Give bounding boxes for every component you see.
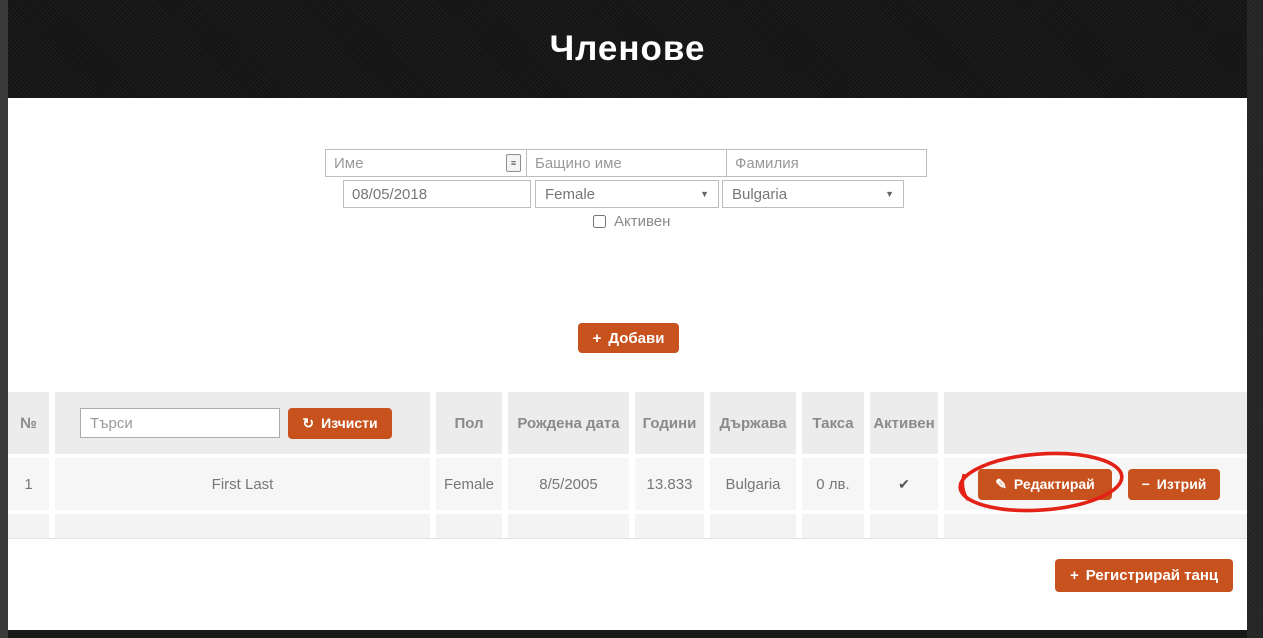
page-title: Членове [550, 29, 706, 69]
gender-select-value: Female [545, 186, 595, 203]
column-header-name: ↻ Изчисти [55, 392, 430, 454]
row-fee-cell: 0 лв. [802, 458, 864, 510]
empty-row-cell [436, 514, 502, 538]
middle-name-input[interactable] [526, 149, 727, 177]
column-header-number: № [8, 392, 49, 454]
empty-row-cell [710, 514, 796, 538]
plus-icon: + [1070, 567, 1079, 584]
active-checkbox-label: Активен [614, 213, 670, 230]
birth-date-input[interactable] [343, 180, 531, 208]
row-country-cell: Bulgaria [710, 458, 796, 510]
members-table: № ↻ Изчисти Пол Рождена дата Години Държа… [8, 392, 1247, 539]
refresh-icon: ↻ [302, 415, 314, 432]
column-header-country: Държава [710, 392, 796, 454]
gender-select[interactable]: Female ▼ [535, 180, 719, 208]
column-header-gender: Пол [436, 392, 502, 454]
clear-search-label: Изчисти [321, 415, 377, 431]
empty-row-cell [870, 514, 938, 538]
country-select[interactable]: Bulgaria ▼ [722, 180, 904, 208]
pencil-icon: ✎ [995, 476, 1007, 493]
left-frame [0, 0, 8, 638]
chevron-down-icon: ▼ [885, 189, 894, 199]
bottom-frame [8, 630, 1247, 638]
column-header-fee: Такса [802, 392, 864, 454]
edit-button-label: Редактирай [1014, 476, 1095, 492]
row-age-cell: 13.833 [635, 458, 704, 510]
active-checkbox[interactable] [593, 215, 606, 228]
delete-button[interactable]: −Изтрий [1128, 469, 1220, 500]
add-button-label: Добави [608, 330, 664, 347]
family-name-input[interactable] [726, 149, 927, 177]
search-input[interactable] [80, 408, 280, 438]
row-active-cell: ✔ [870, 458, 938, 510]
plus-icon: + [593, 330, 602, 347]
first-name-input[interactable] [325, 149, 527, 177]
empty-row-cell [8, 514, 49, 538]
row-gender-cell: Female [436, 458, 502, 510]
row-number-cell: 1 [8, 458, 49, 510]
members-page: Членове ≡ Female ▼ Bulgaria ▼ Активен + Д… [0, 0, 1263, 638]
check-icon: ✔ [898, 476, 910, 493]
delete-button-label: Изтрий [1157, 476, 1207, 492]
autofill-icon[interactable]: ≡ [506, 154, 521, 172]
edit-button[interactable]: ✎ Редактирай [978, 469, 1112, 500]
minus-icon: − [1142, 476, 1150, 492]
row-name-cell: First Last [55, 458, 430, 510]
chevron-down-icon: ▼ [700, 189, 709, 199]
column-header-active: Активен [870, 392, 938, 454]
register-dance-label: Регистрирай танц [1086, 567, 1218, 584]
page-header: Членове [8, 0, 1247, 98]
empty-row-cell [508, 514, 629, 538]
empty-row-cell [635, 514, 704, 538]
empty-row-cell [55, 514, 430, 538]
right-frame [1247, 0, 1263, 638]
country-select-value: Bulgaria [732, 186, 787, 203]
clear-search-button[interactable]: ↻ Изчисти [288, 408, 392, 439]
active-checkbox-row: Активен [593, 213, 670, 230]
column-header-birth-date: Рождена дата [508, 392, 629, 454]
empty-row-cell [944, 514, 1247, 538]
register-dance-button[interactable]: + Регистрирай танц [1055, 559, 1233, 592]
row-birth-date-cell: 8/5/2005 [508, 458, 629, 510]
row-actions-cell: ✎ Редактирай −Изтрий [944, 458, 1247, 510]
column-header-actions [944, 392, 1247, 454]
empty-row-cell [802, 514, 864, 538]
add-button[interactable]: + Добави [578, 323, 679, 353]
column-header-age: Години [635, 392, 704, 454]
